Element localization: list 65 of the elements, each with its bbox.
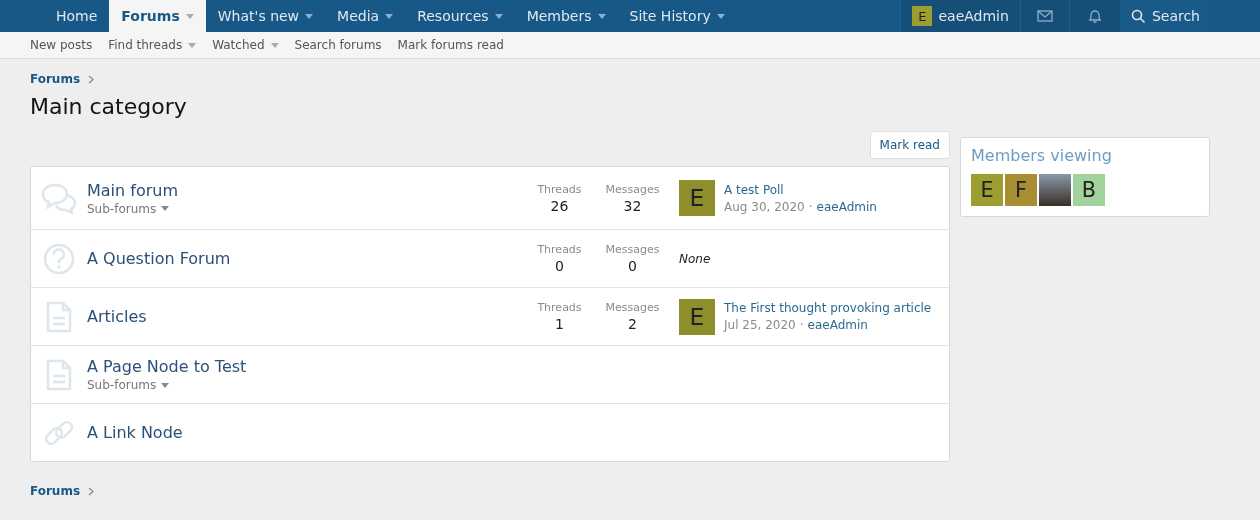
speech-bubbles-icon <box>40 182 78 214</box>
caret-icon <box>161 382 170 388</box>
stat-label: Threads <box>536 182 583 196</box>
poster-avatar[interactable]: E <box>679 180 715 216</box>
search-button[interactable]: Search <box>1119 0 1210 32</box>
subnav-link[interactable]: Mark forums read <box>397 38 504 52</box>
stat-value: 0 <box>627 258 638 274</box>
stat-label: Threads <box>536 243 583 256</box>
subnav-link[interactable]: Find threads <box>108 38 197 52</box>
page-title: Main category <box>30 94 188 119</box>
member-avatar[interactable]: F <box>1005 174 1037 206</box>
poster-avatar[interactable]: E <box>679 298 715 335</box>
stat-value: 0 <box>554 258 565 274</box>
username: eaeAdmin <box>938 8 1009 24</box>
poster-link[interactable]: eaeAdmin <box>816 199 877 214</box>
forum-title-link[interactable]: Articles <box>87 307 523 326</box>
member-avatar[interactable]: E <box>971 174 1003 206</box>
latest-thread-link[interactable]: The First thought provoking article <box>724 301 932 315</box>
subnav-link[interactable]: Search forums <box>294 38 382 52</box>
no-latest-text: None <box>679 251 711 266</box>
nav-tab[interactable]: Members <box>514 0 618 32</box>
stat-label: Messages <box>604 301 661 314</box>
nav-tab[interactable]: Site History <box>617 0 737 32</box>
question-mark-icon <box>42 241 76 276</box>
user-avatar: E <box>912 6 933 26</box>
document-icon <box>45 357 73 392</box>
stat-value: 26 <box>549 197 570 214</box>
nav-tab[interactable]: Home <box>44 0 110 32</box>
stat-value: 2 <box>627 316 638 332</box>
breadcrumb-link[interactable]: Forums <box>30 484 81 498</box>
forum-title-link[interactable]: Main forum <box>87 180 523 200</box>
nav-tab[interactable]: Resources <box>405 0 515 32</box>
nav-tab[interactable]: Media <box>325 0 406 32</box>
separator-dot: · <box>808 199 813 214</box>
stat-value: 32 <box>622 197 643 214</box>
forum-title-link[interactable]: A Link Node <box>87 423 949 442</box>
chevron-right-icon <box>88 74 96 84</box>
sub-forums-toggle[interactable]: Sub-forums <box>87 201 523 216</box>
subnav-link[interactable]: Watched <box>212 38 279 52</box>
stat-label: Messages <box>604 182 661 196</box>
post-date: Aug 30, 2020 <box>724 199 805 214</box>
forum-title-link[interactable]: A Question Forum <box>87 249 523 268</box>
post-date: Jul 25, 2020 <box>724 318 796 332</box>
breadcrumb-link[interactable]: Forums <box>30 72 81 86</box>
caret-icon <box>161 206 170 211</box>
photo-placeholder[interactable] <box>1039 174 1071 206</box>
bell-icon <box>1087 8 1102 24</box>
member-avatar[interactable]: B <box>1073 174 1105 206</box>
search-icon <box>1130 8 1146 24</box>
stat-label: Threads <box>536 301 583 314</box>
mark-read-button[interactable]: Mark read <box>869 131 950 159</box>
nav-tab[interactable]: What's new <box>205 0 326 32</box>
sub-forums-toggle[interactable]: Sub-forums <box>87 378 949 392</box>
stat-value: 1 <box>554 316 565 332</box>
subnav-link[interactable]: New posts <box>30 38 93 52</box>
stat-label: Messages <box>604 243 661 256</box>
nav-tab[interactable]: Forums <box>109 0 206 32</box>
forum-title-link[interactable]: A Page Node to Test <box>87 357 949 376</box>
poster-link[interactable]: eaeAdmin <box>807 318 868 332</box>
latest-thread-link[interactable]: A test Poll <box>724 182 877 197</box>
envelope-icon <box>1036 10 1053 22</box>
card-title: Members viewing <box>971 146 1113 165</box>
document-icon <box>45 299 73 334</box>
chevron-right-icon <box>88 486 96 496</box>
separator-dot: · <box>799 318 804 332</box>
